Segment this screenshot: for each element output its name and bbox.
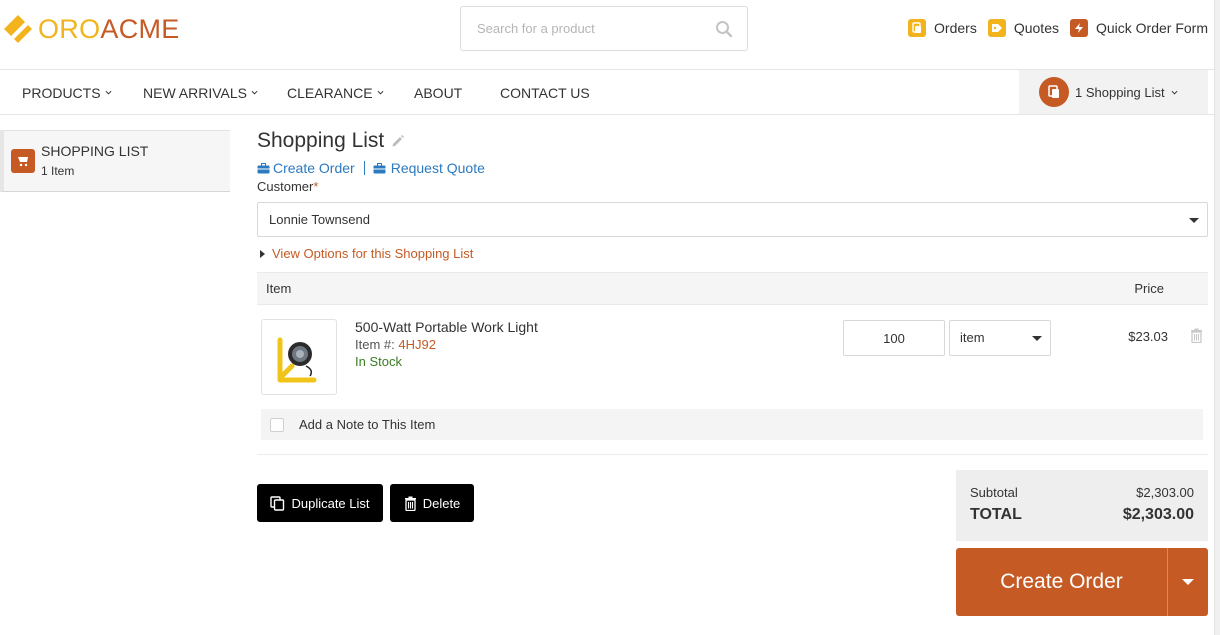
nav-item-contact-us[interactable]: CONTACT US xyxy=(500,70,590,115)
view-options-label: View Options for this Shopping List xyxy=(272,246,474,261)
column-header-item: Item xyxy=(266,281,292,296)
chevron-down-icon xyxy=(251,90,258,95)
stock-status: In Stock xyxy=(355,354,402,369)
briefcase-icon xyxy=(257,162,270,173)
total-value: $2,303.00 xyxy=(1122,506,1194,523)
sidebar-item-shopping-list[interactable]: SHOPPING LIST 1 Item xyxy=(0,130,230,192)
quotes-link[interactable]: Quotes xyxy=(987,19,1059,37)
required-marker: * xyxy=(313,179,319,194)
row-divider xyxy=(257,454,1208,455)
top-links: Orders Quotes Quick Order Form xyxy=(897,19,1208,37)
add-note-row: Add a Note to This Item xyxy=(261,409,1203,440)
product-sku: Item #: 4HJ92 xyxy=(355,337,436,352)
briefcase-icon xyxy=(373,162,386,173)
customer-select-value: Lonnie Townsend xyxy=(269,212,370,227)
nav-item-new-arrivals[interactable]: NEW ARRIVALS xyxy=(143,70,258,115)
quick-order-icon xyxy=(1069,19,1088,37)
orders-icon xyxy=(908,19,927,37)
logo-mark-icon xyxy=(4,15,32,43)
quotes-icon xyxy=(987,19,1006,37)
chevron-down-icon xyxy=(105,90,112,95)
delete-list-label: Delete xyxy=(422,495,461,511)
sidebar-item-count: 1 Item xyxy=(41,164,75,178)
work-light-image xyxy=(277,337,317,383)
search-icon[interactable] xyxy=(715,20,733,38)
orders-link[interactable]: Orders xyxy=(908,19,977,37)
sku-value: 4HJ92 xyxy=(398,337,436,352)
page-title: Shopping List xyxy=(257,129,405,153)
chevron-down-icon xyxy=(377,90,384,95)
customer-label: Customer* xyxy=(257,179,318,194)
brand-logo[interactable]: OROACME xyxy=(2,12,180,46)
quotes-link-label: Quotes xyxy=(1013,20,1059,36)
line-item-price: $23.03 xyxy=(1128,329,1168,344)
trash-icon[interactable] xyxy=(1190,328,1203,343)
nav-item-label: NEW ARRIVALS xyxy=(143,84,247,101)
create-order-button-label: Create Order xyxy=(1000,570,1123,593)
create-order-link-label: Create Order xyxy=(273,160,355,176)
nav-item-about[interactable]: ABOUT xyxy=(414,70,462,115)
shopping-list-button-label: 1 Shopping List xyxy=(1075,84,1165,100)
nav-item-products[interactable]: PRODUCTS xyxy=(22,70,112,115)
orders-link-label: Orders xyxy=(934,20,977,36)
logo-text: OROACME xyxy=(38,14,180,45)
trash-icon xyxy=(404,496,417,511)
quick-order-link-label: Quick Order Form xyxy=(1095,20,1208,36)
delete-list-button[interactable]: Delete xyxy=(390,484,474,522)
quick-order-link[interactable]: Quick Order Form xyxy=(1069,19,1208,37)
search-input[interactable] xyxy=(461,7,701,50)
view-options-toggle[interactable]: View Options for this Shopping List xyxy=(260,246,473,261)
nav-item-label: CLEARANCE xyxy=(287,84,373,101)
create-order-link[interactable]: Create Order xyxy=(257,160,355,176)
duplicate-list-label: Duplicate List xyxy=(291,495,370,511)
request-quote-link-label: Request Quote xyxy=(390,160,485,176)
nav-item-clearance[interactable]: CLEARANCE xyxy=(287,70,384,115)
subtotal-label: Subtotal xyxy=(970,485,1018,500)
search-box xyxy=(460,6,748,51)
caret-down-icon xyxy=(1032,336,1042,341)
nav-item-label: ABOUT xyxy=(414,84,463,101)
pencil-icon[interactable] xyxy=(391,134,405,148)
create-order-button[interactable]: Create Order xyxy=(956,548,1167,616)
add-note-checkbox[interactable] xyxy=(270,417,284,432)
duplicate-list-button[interactable]: Duplicate List xyxy=(257,484,383,522)
product-name-link[interactable]: 500-Watt Portable Work Light xyxy=(355,319,538,335)
copy-icon xyxy=(270,495,285,511)
table-header: Item Price xyxy=(257,272,1208,305)
nav-item-label: CONTACT US xyxy=(500,84,590,101)
page-title-text: Shopping List xyxy=(257,129,385,152)
shopping-list-icon xyxy=(1039,77,1069,107)
product-thumbnail[interactable] xyxy=(261,319,337,395)
create-order-split-button: Create Order xyxy=(956,548,1208,616)
logo-text-oro: ORO xyxy=(38,13,101,44)
total-label: TOTAL xyxy=(970,506,1022,523)
customer-select[interactable]: Lonnie Townsend xyxy=(257,202,1208,237)
nav-item-label: PRODUCTS xyxy=(22,84,101,101)
shopping-list-actions: Create Order Request Quote xyxy=(257,160,485,176)
logo-text-acme: ACME xyxy=(100,13,180,44)
sku-label: Item #: xyxy=(355,337,395,352)
column-header-price: Price xyxy=(1134,281,1164,296)
caret-down-icon xyxy=(1189,218,1199,223)
caret-right-icon xyxy=(260,249,265,258)
add-note-label[interactable]: Add a Note to This Item xyxy=(299,417,435,432)
customer-label-text: Customer xyxy=(257,179,314,194)
order-totals: Subtotal $2,303.00 TOTAL $2,303.00 xyxy=(956,470,1208,541)
subtotal-value: $2,303.00 xyxy=(1136,485,1194,500)
actions-divider xyxy=(363,161,365,175)
cart-icon xyxy=(11,149,35,173)
shopping-list-dropdown-button[interactable]: 1 Shopping List xyxy=(1019,70,1208,114)
quantity-input[interactable] xyxy=(843,320,945,356)
unit-select-value: item xyxy=(960,330,985,345)
site-header: OROACME Orders Quotes Quick Order Form xyxy=(0,0,1220,70)
unit-select[interactable]: item xyxy=(949,320,1051,356)
page-scrollbar[interactable] xyxy=(1214,0,1220,635)
request-quote-link[interactable]: Request Quote xyxy=(373,160,485,176)
create-order-dropdown-toggle[interactable] xyxy=(1167,548,1208,616)
sidebar-item-label: SHOPPING LIST xyxy=(41,143,149,159)
caret-down-icon xyxy=(1182,579,1194,585)
chevron-down-icon xyxy=(1171,90,1178,95)
